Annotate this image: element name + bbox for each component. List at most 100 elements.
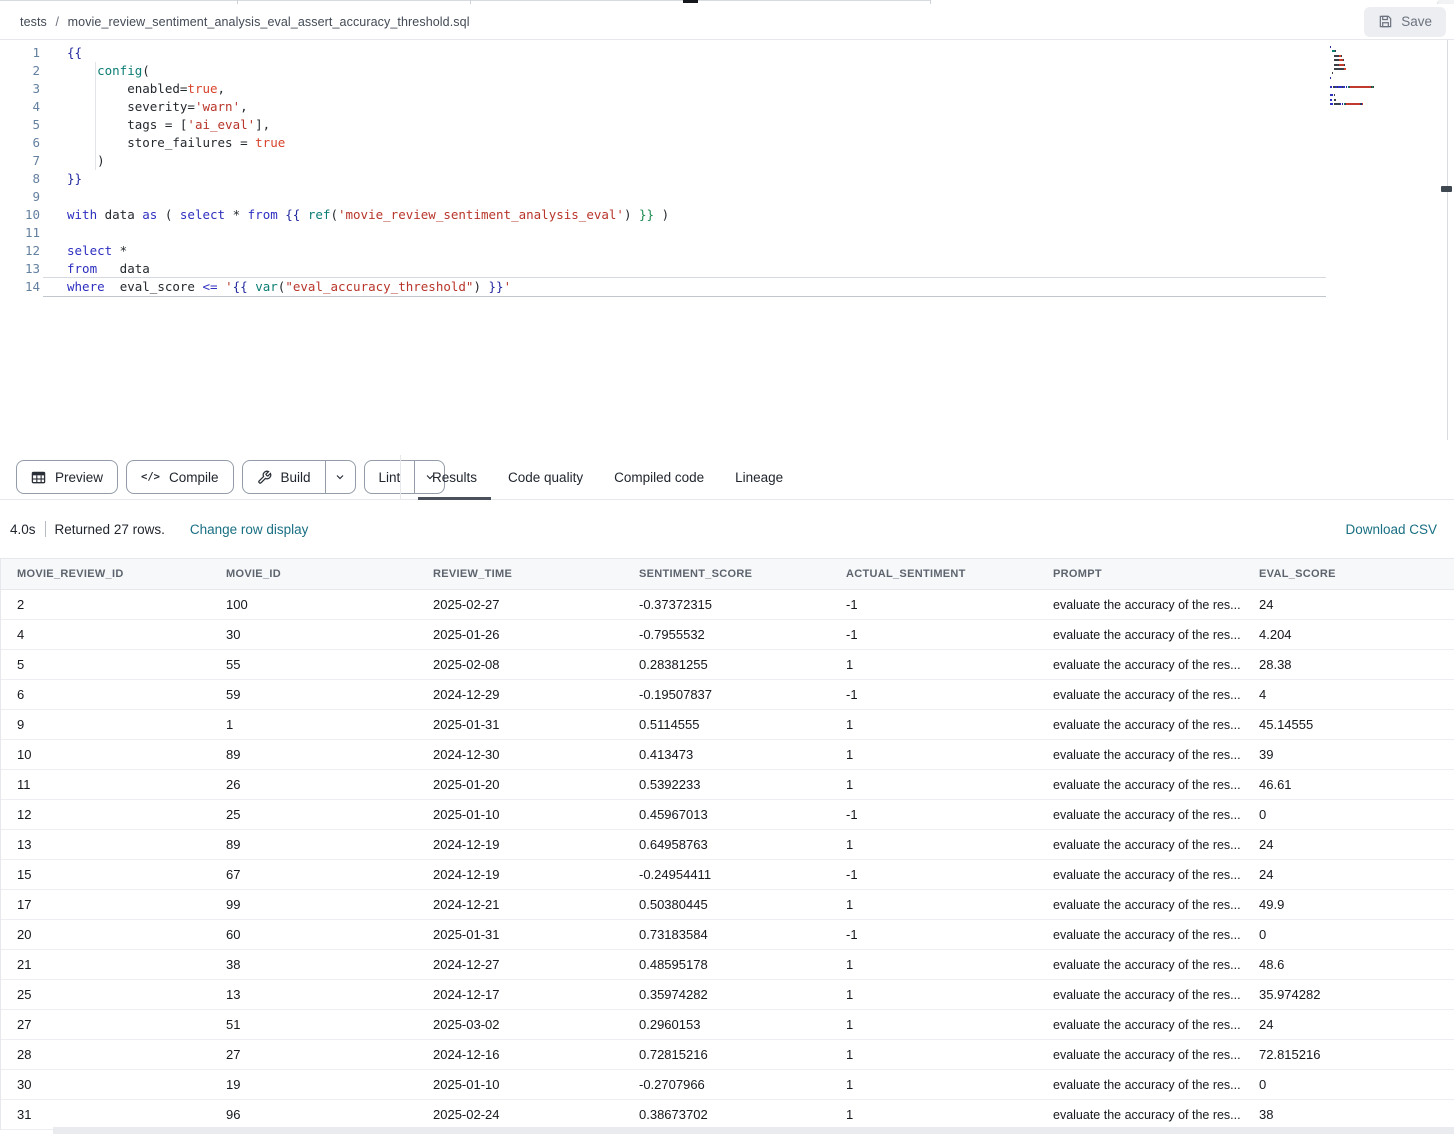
cell-sentiment-score: -0.37372315	[623, 597, 830, 612]
cell-movie-id: 99	[210, 897, 417, 912]
cell-movie-review-id: 9	[1, 717, 210, 732]
cell-review-time: 2024-12-19	[417, 867, 623, 882]
cell-eval-score: 24	[1243, 597, 1454, 612]
minimap-line	[1330, 59, 1378, 61]
cell-movie-review-id: 27	[1, 1017, 210, 1032]
cell-review-time: 2025-01-20	[417, 777, 623, 792]
code-line-1[interactable]: 1{{	[0, 44, 1454, 62]
cell-actual-sentiment: -1	[830, 867, 1037, 882]
minimap-line	[1330, 64, 1378, 66]
cell-review-time: 2025-02-08	[417, 657, 623, 672]
cell-eval-score: 39	[1243, 747, 1454, 762]
cell-prompt: evaluate the accuracy of the res...❯	[1037, 1048, 1243, 1062]
code-line-9[interactable]: 9	[0, 188, 1454, 206]
compile-label: Compile	[169, 470, 219, 485]
cell-actual-sentiment: -1	[830, 597, 1037, 612]
column-header-movie_review_id: MOVIE_REVIEW_ID	[1, 568, 210, 580]
editor-scrollbar-handle[interactable]	[1441, 186, 1452, 192]
line-number: 6	[0, 134, 40, 152]
minimap-line	[1330, 72, 1378, 74]
cell-review-time: 2024-12-19	[417, 837, 623, 852]
horizontal-scrollbar[interactable]	[53, 1127, 1454, 1134]
cell-review-time: 2024-12-30	[417, 747, 623, 762]
cell-movie-id: 38	[210, 957, 417, 972]
cell-actual-sentiment: 1	[830, 1077, 1037, 1092]
file-header: tests / movie_review_sentiment_analysis_…	[0, 4, 1454, 40]
code-line-12[interactable]: 12select *	[0, 242, 1454, 260]
code-line-8[interactable]: 8}}	[0, 170, 1454, 188]
save-button[interactable]: Save	[1364, 7, 1446, 37]
cell-review-time: 2025-01-10	[417, 1077, 623, 1092]
breadcrumb-dir[interactable]: tests	[20, 15, 47, 29]
compile-button[interactable]: </> Compile	[126, 460, 234, 494]
code-line-5[interactable]: 5 tags = ['ai_eval'],	[0, 116, 1454, 134]
editor-minimap[interactable]	[1330, 46, 1378, 107]
prompt-text: evaluate the accuracy of the res...	[1053, 628, 1241, 642]
editor-scrollbar-track[interactable]	[1447, 40, 1448, 440]
minimap-line	[1330, 103, 1378, 105]
code-line-11[interactable]: 11	[0, 224, 1454, 242]
cell-movie-id: 13	[210, 987, 417, 1002]
breadcrumb: tests / movie_review_sentiment_analysis_…	[20, 15, 470, 29]
cell-movie-id: 67	[210, 867, 417, 882]
tab-strip-hairline	[0, 0, 930, 1]
code-line-13[interactable]: 13from data	[0, 260, 1454, 278]
code-editor[interactable]: 1{{2 config(3 enabled=true,4 severity='w…	[0, 40, 1454, 455]
cell-movie-id: 19	[210, 1077, 417, 1092]
code-line-6[interactable]: 6 store_failures = true	[0, 134, 1454, 152]
table-icon	[31, 470, 46, 485]
tab-code-quality[interactable]: Code quality	[508, 455, 583, 499]
cell-prompt: evaluate the accuracy of the res...❯	[1037, 778, 1243, 792]
build-button[interactable]: Build	[242, 460, 356, 494]
cell-review-time: 2025-03-02	[417, 1017, 623, 1032]
panel-corner	[1437, 0, 1454, 4]
top-tab-strip	[0, 0, 1454, 4]
code-line-14[interactable]: 14where eval_score <= '{{ var("eval_accu…	[0, 278, 1454, 296]
tab-lineage[interactable]: Lineage	[735, 455, 783, 499]
ide-window: tests / movie_review_sentiment_analysis_…	[0, 0, 1454, 1134]
cell-movie-review-id: 25	[1, 987, 210, 1002]
cell-review-time: 2024-12-17	[417, 987, 623, 1002]
code-line-4[interactable]: 4 severity='warn',	[0, 98, 1454, 116]
tab-compiled-code[interactable]: Compiled code	[614, 455, 704, 499]
change-row-display-link[interactable]: Change row display	[190, 522, 309, 537]
preview-button[interactable]: Preview	[16, 460, 118, 494]
cell-actual-sentiment: -1	[830, 627, 1037, 642]
line-number: 4	[0, 98, 40, 116]
cell-movie-id: 59	[210, 687, 417, 702]
cell-review-time: 2024-12-21	[417, 897, 623, 912]
cell-sentiment-score: -0.24954411	[623, 867, 830, 882]
prompt-text: evaluate the accuracy of the res...	[1053, 718, 1241, 732]
cell-sentiment-score: 0.28381255	[623, 657, 830, 672]
cell-movie-review-id: 10	[1, 747, 210, 762]
table-row: 28272024-12-160.728152161evaluate the ac…	[1, 1040, 1454, 1070]
cell-actual-sentiment: -1	[830, 687, 1037, 702]
cell-actual-sentiment: 1	[830, 897, 1037, 912]
lint-label: Lint	[379, 470, 401, 485]
table-row: 4302025-01-26-0.7955532-1evaluate the ac…	[1, 620, 1454, 650]
code-line-7[interactable]: 7 )	[0, 152, 1454, 170]
table-row: 5552025-02-080.283812551evaluate the acc…	[1, 650, 1454, 680]
cell-prompt: evaluate the accuracy of the res...❯	[1037, 718, 1243, 732]
cell-sentiment-score: 0.45967013	[623, 807, 830, 822]
code-line-3[interactable]: 3 enabled=true,	[0, 80, 1454, 98]
column-header-sentiment_score: SENTIMENT_SCORE	[623, 568, 830, 580]
tab-results[interactable]: Results	[432, 455, 477, 499]
cell-eval-score: 72.815216	[1243, 1047, 1454, 1062]
prompt-text: evaluate the accuracy of the res...	[1053, 598, 1241, 612]
code-lines[interactable]: 1{{2 config(3 enabled=true,4 severity='w…	[0, 44, 1454, 296]
build-dropdown-button[interactable]	[325, 461, 355, 493]
cell-eval-score: 0	[1243, 1077, 1454, 1092]
prompt-text: evaluate the accuracy of the res...	[1053, 1048, 1241, 1062]
column-header-review_time: REVIEW_TIME	[417, 568, 623, 580]
minimap-line	[1330, 99, 1378, 101]
download-csv-link[interactable]: Download CSV	[1345, 522, 1444, 537]
cell-movie-id: 96	[210, 1107, 417, 1122]
cell-prompt: evaluate the accuracy of the res...❯	[1037, 928, 1243, 942]
code-line-10[interactable]: 10with data as ( select * from {{ ref('m…	[0, 206, 1454, 224]
code-line-2[interactable]: 2 config(	[0, 62, 1454, 80]
cell-movie-review-id: 20	[1, 927, 210, 942]
cell-movie-review-id: 4	[1, 627, 210, 642]
cell-prompt: evaluate the accuracy of the res...❯	[1037, 628, 1243, 642]
table-row: 25132024-12-170.359742821evaluate the ac…	[1, 980, 1454, 1010]
